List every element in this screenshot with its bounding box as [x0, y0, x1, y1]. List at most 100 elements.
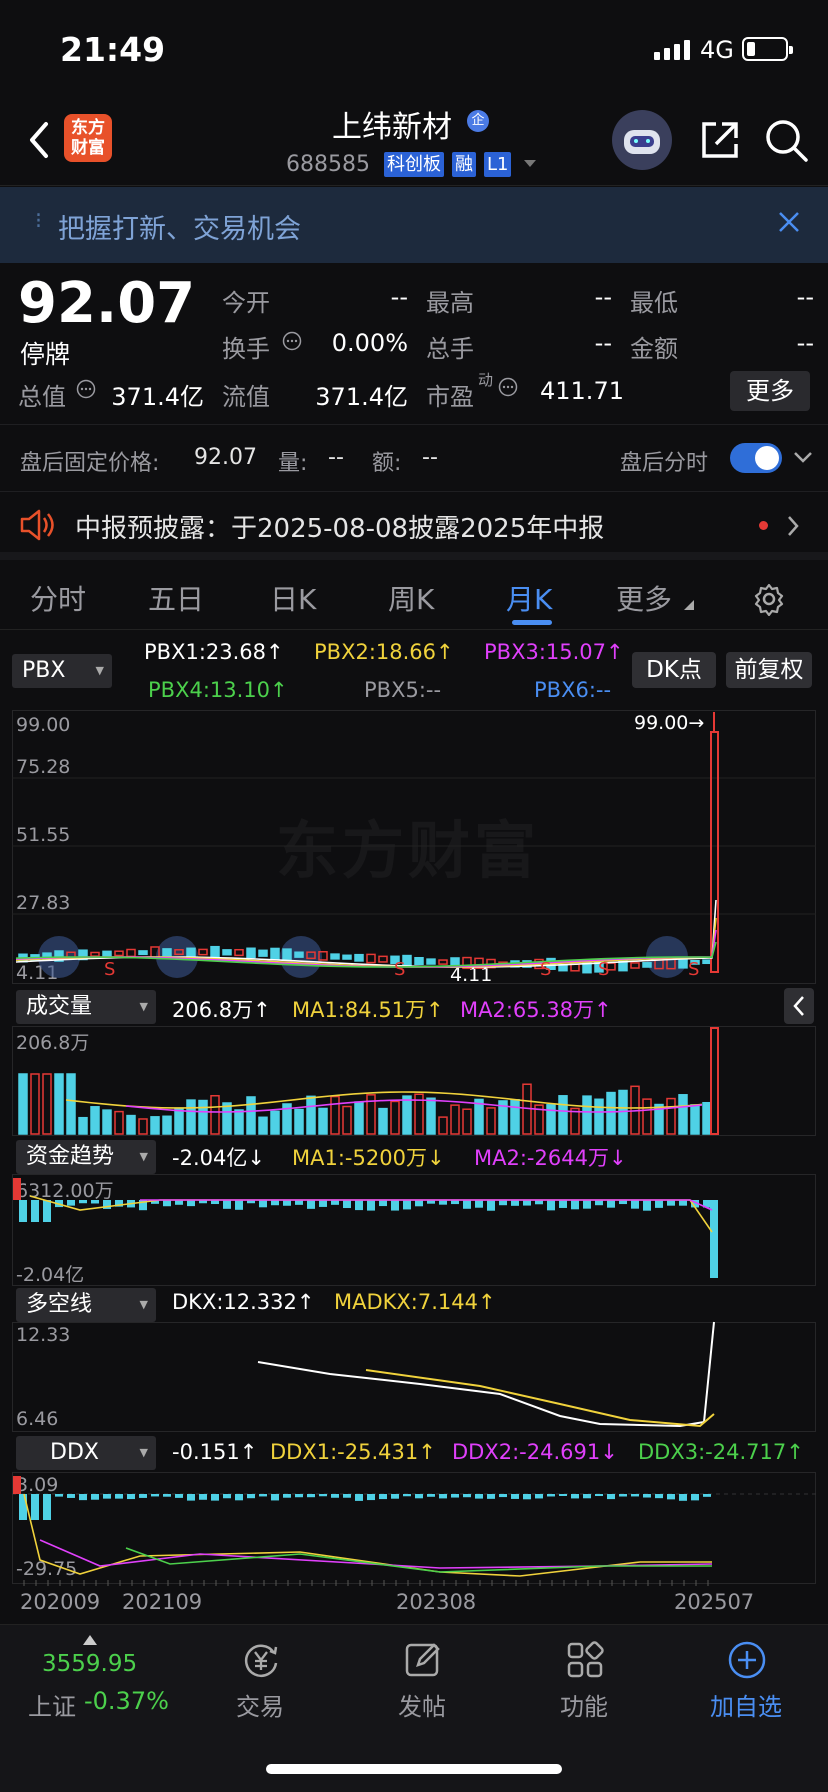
kline-candle [270, 947, 280, 960]
volume-bar [306, 1095, 316, 1135]
kline-candle [570, 963, 580, 972]
ddx-bar [319, 1494, 327, 1497]
kline-candle [126, 948, 136, 958]
ddx-bar [163, 1494, 171, 1497]
ddx-bar [307, 1494, 315, 1498]
ddx-bar [247, 1494, 255, 1499]
ddx-bar [415, 1494, 423, 1499]
volume-bar [510, 1099, 520, 1135]
ddx-bar [451, 1494, 459, 1498]
sell-signal-marker: S [394, 959, 405, 980]
volume-bar [30, 1073, 40, 1135]
volume-bar [402, 1095, 412, 1135]
sell-signal-marker: S [540, 959, 551, 980]
add-circle-icon [728, 1641, 766, 1679]
volume-bar [174, 1107, 184, 1135]
kline-candle [414, 957, 424, 966]
fund-bar [523, 1200, 531, 1206]
fund-bar [79, 1200, 87, 1204]
fund-bar [463, 1200, 471, 1209]
nav-add-watchlist-label: 加自选 [710, 1693, 782, 1721]
index-ticker[interactable]: 3559.95 上证 -0.37% [28, 1625, 169, 1735]
kline-candle [198, 948, 208, 956]
kline-candle [294, 951, 304, 958]
ddx-bar-first [13, 1476, 21, 1494]
kline-candle [150, 946, 160, 959]
volume-bar [138, 1118, 148, 1135]
up-triangle-icon [83, 1635, 97, 1645]
ddx-bar [199, 1494, 207, 1500]
fund-bar [559, 1200, 567, 1208]
volume-bar [342, 1105, 352, 1135]
ddx-bar [619, 1494, 627, 1497]
fund-bar [355, 1200, 363, 1211]
nav-post-label: 发帖 [398, 1693, 446, 1721]
fund-bar [163, 1200, 171, 1207]
fund-bar [367, 1200, 375, 1211]
kline-candle [330, 953, 340, 960]
volume-bar [18, 1073, 28, 1135]
volume-bar [198, 1099, 208, 1135]
volume-bar [126, 1114, 136, 1135]
fund-bar [319, 1200, 327, 1207]
ddx-bar [223, 1494, 231, 1499]
kline-candle [378, 955, 388, 963]
ddx-bar [235, 1494, 243, 1501]
ddx-bar [391, 1494, 399, 1499]
volume-bar [690, 1104, 700, 1135]
ddx-bar [259, 1494, 267, 1497]
nav-post[interactable]: 发帖 [362, 1625, 482, 1735]
home-indicator [266, 1764, 562, 1774]
ddx-bar [91, 1494, 99, 1500]
nav-add-watchlist[interactable]: 加自选 [686, 1625, 806, 1735]
volume-bar [318, 1107, 328, 1135]
fund-bar [607, 1200, 615, 1208]
fund-bar [487, 1200, 495, 1211]
fund-bar [187, 1200, 195, 1207]
fund-bar [343, 1200, 351, 1209]
volume-bar [258, 1116, 268, 1135]
volume-bar [546, 1104, 556, 1135]
ddx-bar [367, 1494, 375, 1501]
kline-candle [114, 950, 124, 957]
fund-bar [571, 1200, 579, 1210]
x-label-1: 202009 [20, 1590, 101, 1614]
fund-bar [547, 1200, 555, 1211]
x-label-4: 202507 [674, 1590, 755, 1614]
nav-trade[interactable]: 交易 [200, 1625, 320, 1735]
fund-bar [415, 1200, 423, 1207]
ddx-bar [547, 1494, 555, 1497]
fund-bar [511, 1200, 519, 1206]
fund-bar [259, 1200, 267, 1208]
volume-bar [702, 1101, 712, 1135]
ddx-bar [523, 1494, 531, 1500]
ddx-bar [643, 1494, 651, 1498]
ddx-bar [127, 1494, 135, 1500]
volume-bar [582, 1095, 592, 1135]
fund-bar [67, 1200, 75, 1206]
kline-candle [642, 962, 652, 968]
madkx-line [365, 1369, 715, 1428]
volume-bar [486, 1107, 496, 1135]
nav-functions-label: 功能 [560, 1693, 608, 1721]
fund-bar [631, 1200, 639, 1209]
volume-bar [78, 1116, 88, 1135]
volume-bar [42, 1073, 52, 1135]
kline-candle [306, 951, 316, 960]
kline-candle [186, 947, 196, 957]
volume-bar [150, 1116, 160, 1135]
volume-bar [162, 1115, 172, 1135]
kline-candle [246, 947, 256, 959]
volume-bar [330, 1095, 340, 1135]
ddx-bar [331, 1494, 339, 1498]
kline-candle [702, 959, 712, 965]
ddx-bar [667, 1494, 675, 1500]
ddx-bar [283, 1494, 291, 1498]
ddx-bar [19, 1494, 27, 1520]
ddx-bar [139, 1494, 147, 1498]
volume-bar [642, 1098, 652, 1135]
nav-functions[interactable]: 功能 [524, 1625, 644, 1735]
volume-bar [90, 1106, 100, 1135]
ddx-bar [55, 1494, 63, 1497]
fund-bar [91, 1200, 99, 1204]
